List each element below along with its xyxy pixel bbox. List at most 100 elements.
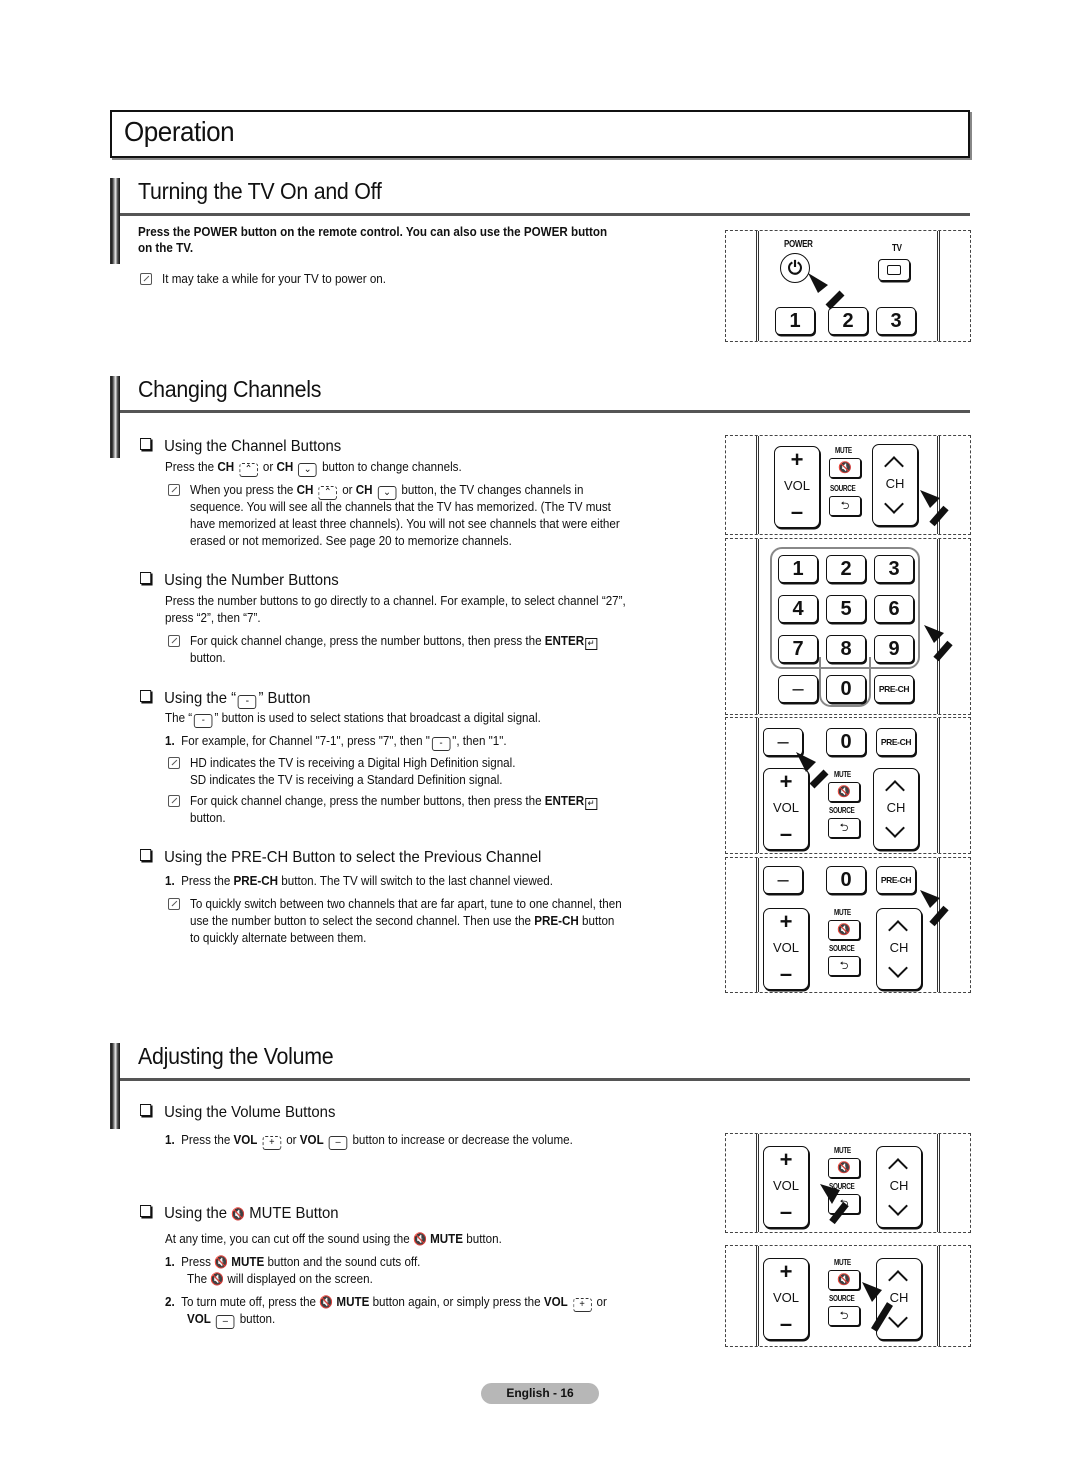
digit-button-7[interactable]: 7 — [778, 635, 818, 663]
ch-rocker[interactable]: CH — [872, 444, 918, 526]
mute-label: MUTE — [834, 1146, 851, 1155]
chevron-up-icon — [888, 1158, 908, 1178]
mute-label: MUTE — [834, 908, 851, 917]
chevron-down-icon — [888, 1196, 908, 1216]
ch-up-icon: ⌃ — [318, 486, 338, 500]
mute-icon: 🔇 — [231, 1207, 246, 1221]
chevron-down-icon — [885, 818, 905, 838]
ch-rocker[interactable]: CH — [876, 908, 922, 990]
enter-icon: ↵ — [585, 798, 598, 810]
mute-button[interactable]: 🔇 — [828, 1158, 860, 1178]
vol-rocker[interactable]: + VOL – — [774, 446, 820, 528]
digit-button-6[interactable]: 6 — [874, 595, 914, 623]
digit-button-4[interactable]: 4 — [778, 595, 818, 623]
source-button[interactable]: ⮌ — [828, 1306, 860, 1326]
source-label: SOURCE — [829, 1294, 855, 1303]
source-button[interactable]: ⮌ — [828, 956, 860, 976]
dash-button-step-1: 1. For example, for Channel "7-1", press… — [165, 734, 507, 751]
vol-rocker[interactable]: + VOL – — [763, 1258, 809, 1340]
remote-illustration-power: POWER ⏻ TV 1 2 3 — [725, 230, 971, 342]
channel-buttons-body: Press the CH ⌃ or CH ⌄ button to change … — [165, 460, 462, 477]
remote-illustration-vol: + VOL – MUTE 🔇 SOURCE ⮌ CH — [725, 1133, 971, 1233]
digit-button-2[interactable]: 2 — [826, 555, 866, 583]
digit-button-1[interactable]: 1 — [778, 555, 818, 583]
mute-label: MUTE — [835, 446, 852, 455]
mute-icon: 🔇 — [210, 1272, 225, 1286]
pointer-arrow-icon — [920, 490, 949, 527]
mute-button[interactable]: 🔇 — [828, 1270, 860, 1290]
checkbox-bullet-icon — [140, 1205, 152, 1217]
mute-step-2-line-2: VOL – button. — [187, 1312, 276, 1329]
digit-button-8[interactable]: 8 — [826, 635, 866, 663]
vol-rocker[interactable]: + VOL – — [763, 1146, 809, 1228]
page-number-badge: English - 16 — [481, 1383, 599, 1404]
dash-button[interactable]: – — [778, 675, 818, 703]
source-label: SOURCE — [829, 944, 855, 953]
page-title: Operation — [124, 116, 235, 147]
prech-button[interactable]: PRE-CH — [876, 728, 916, 756]
source-button[interactable]: ⮌ — [828, 818, 860, 838]
prech-button[interactable]: PRE-CH — [876, 866, 916, 894]
digit-button-0[interactable]: 0 — [826, 866, 866, 894]
mute-icon: 🔇 — [214, 1255, 229, 1269]
digit-button-5[interactable]: 5 — [826, 595, 866, 623]
section-title-channels: Changing Channels — [138, 376, 322, 402]
prech-step-1: 1. Press the PRE-CH button. The TV will … — [165, 874, 553, 888]
note-icon — [168, 898, 180, 910]
checkbox-bullet-icon — [140, 572, 152, 584]
subheading-mute: Using the 🔇 MUTE Button — [140, 1205, 339, 1223]
mute-icon: 🔇 — [412, 1232, 427, 1246]
section-bar — [110, 1043, 120, 1129]
ch-down-icon: ⌄ — [298, 463, 317, 477]
prech-button[interactable]: PRE-CH — [874, 675, 914, 703]
section-bar — [110, 376, 120, 458]
section-rule — [120, 1078, 970, 1081]
number-buttons-body-1: Press the number buttons to go directly … — [165, 594, 626, 608]
subheading-volume-buttons: Using the Volume Buttons — [140, 1104, 335, 1122]
mute-button[interactable]: 🔇 — [828, 920, 860, 940]
ch-rocker[interactable]: CH — [876, 1146, 922, 1228]
vol-down-icon: – — [328, 1136, 348, 1150]
remote-illustration-mute: + VOL – MUTE 🔇 SOURCE ⮌ CH — [725, 1245, 971, 1347]
chevron-down-icon — [888, 958, 908, 978]
subheading-channel-buttons: Using the Channel Buttons — [140, 438, 341, 456]
note-icon — [168, 484, 180, 496]
pointer-arrow-icon — [920, 890, 949, 927]
chevron-up-icon — [888, 920, 908, 940]
ch-up-icon: ⌃ — [239, 463, 258, 477]
volume-step-1: 1. Press the VOL + or VOL – button to in… — [165, 1133, 573, 1150]
mute-body: At any time, you can cut off the sound u… — [165, 1232, 502, 1246]
source-label: SOURCE — [829, 806, 855, 815]
enter-icon: ↵ — [585, 638, 598, 650]
chevron-up-icon — [885, 780, 905, 800]
dash-button[interactable]: – — [763, 866, 803, 894]
note-icon — [168, 795, 180, 807]
power-intro-2: on the TV. — [138, 241, 194, 255]
mute-step-1: 1. Press 🔇 MUTE button and the sound cut… — [165, 1255, 421, 1269]
note-icon — [168, 757, 180, 769]
section-title-volume: Adjusting the Volume — [138, 1043, 334, 1069]
note-icon — [140, 273, 152, 285]
ch-rocker[interactable]: CH — [873, 768, 919, 850]
source-label: SOURCE — [830, 484, 856, 493]
remote-illustration-dash: – 0 PRE-CH + VOL – MUTE 🔇 SOURCE ⮌ CH — [725, 717, 971, 854]
digit-button-3[interactable]: 3 — [874, 555, 914, 583]
tv-button[interactable] — [878, 259, 910, 281]
pointer-arrow-icon — [862, 1282, 893, 1332]
number-buttons-body-2: press “2”, then “7”. — [165, 611, 261, 625]
note-icon — [168, 635, 180, 647]
pointer-arrow-icon — [820, 1184, 849, 1225]
vol-rocker[interactable]: + VOL – — [763, 908, 809, 990]
dash-key-icon: - — [237, 695, 257, 709]
checkbox-bullet-icon — [140, 438, 152, 450]
remote-illustration-numpad: 1 2 3 4 5 6 7 8 9 – 0 PRE-CH — [725, 538, 971, 715]
remote-illustration-ch: + VOL – MUTE 🔇 SOURCE ⮌ CH — [725, 435, 971, 535]
source-button[interactable]: ⮌ — [829, 496, 861, 516]
pointer-arrow-icon — [808, 273, 845, 310]
checkbox-bullet-icon — [140, 849, 152, 861]
digit-button-3[interactable]: 3 — [876, 307, 916, 335]
digit-button-9[interactable]: 9 — [874, 635, 914, 663]
digit-button-0[interactable]: 0 — [826, 675, 866, 703]
mute-button[interactable]: 🔇 — [829, 458, 861, 478]
mute-step-1-line-2: The 🔇 will displayed on the screen. — [187, 1272, 373, 1286]
